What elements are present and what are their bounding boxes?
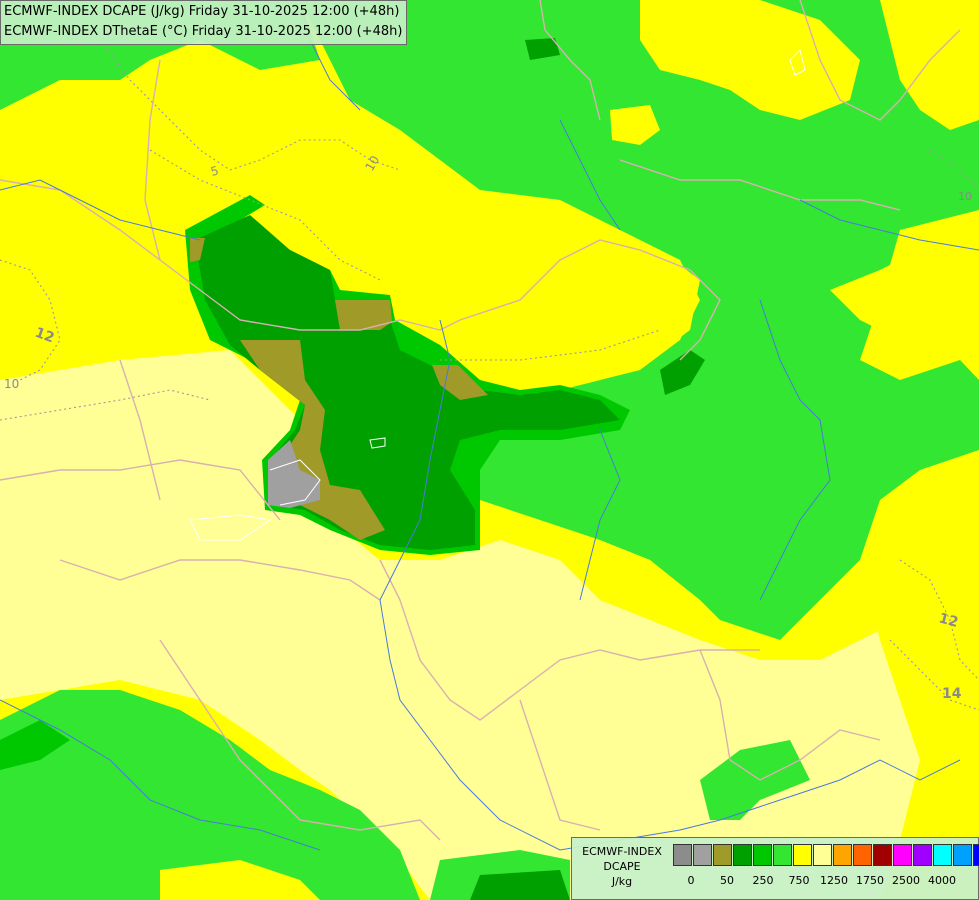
legend-swatch — [713, 844, 732, 866]
legend-parameter: DCAPE — [603, 860, 641, 873]
legend-swatch — [833, 844, 852, 866]
legend-tick-label: 4000 — [928, 874, 956, 887]
legend-swatch — [813, 844, 832, 866]
legend-swatch — [893, 844, 912, 866]
legend-model: ECMWF-INDEX — [582, 845, 662, 858]
legend-swatch — [873, 844, 892, 866]
legend-tick-label: 250 — [752, 874, 774, 887]
legend-tick-label: 1750 — [856, 874, 884, 887]
title-dcape: ECMWF-INDEX DCAPE (J/kg) Friday 31-10-20… — [4, 4, 400, 19]
legend-swatch — [693, 844, 712, 866]
legend-swatch — [793, 844, 812, 866]
legend-swatch — [733, 844, 752, 866]
legend-swatch — [913, 844, 932, 866]
dcape-field-olive-1 — [335, 300, 392, 330]
dcape-map: 5 10 12 10 12 14 10 — [0, 0, 979, 900]
legend-swatch — [673, 844, 692, 866]
legend-unit: J/kg — [611, 875, 633, 888]
dcape-legend: ECMWF-INDEX DCAPE J/kg 0 50 250 750 1250 1750… — [571, 837, 979, 900]
legend-caption: ECMWF-INDEX DCAPE J/kg — [574, 844, 670, 889]
legend-swatch — [853, 844, 872, 866]
legend-swatch — [953, 844, 972, 866]
contour-label-10-left: 10 — [4, 377, 19, 391]
legend-tick-label: 1250 — [820, 874, 848, 887]
legend-swatch — [753, 844, 772, 866]
legend-swatch — [933, 844, 952, 866]
contour-label-14-right: 14 — [942, 686, 962, 702]
legend-tick-labels: 0 50 250 750 1250 1750 2500 4000 — [673, 874, 973, 888]
legend-tick-label: 750 — [788, 874, 810, 887]
legend-tick-label: 50 — [720, 874, 734, 887]
map-title-box: ECMWF-INDEX DCAPE (J/kg) Friday 31-10-20… — [0, 0, 408, 45]
contour-label-10-right: 10 — [958, 190, 972, 203]
legend-tick-label: 2500 — [892, 874, 920, 887]
legend-colorbar — [673, 844, 979, 866]
legend-tick-label: 0 — [687, 874, 695, 887]
legend-swatch — [773, 844, 792, 866]
title-dthetae: ECMWF-INDEX DThetaE (°C) Friday 31-10-20… — [4, 24, 403, 39]
legend-swatch — [973, 844, 979, 866]
